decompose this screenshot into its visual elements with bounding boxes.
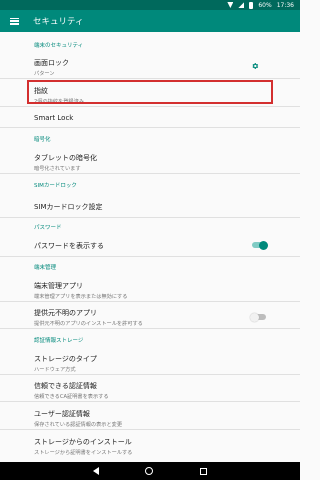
item-summary: 信頼できるCA証明書を表示する bbox=[34, 394, 109, 400]
divider bbox=[0, 106, 300, 107]
item-title: 指紋 bbox=[34, 87, 48, 95]
item-summary: パターン bbox=[34, 71, 55, 77]
item-title: Smart Lock bbox=[34, 114, 74, 122]
install-from-storage-item[interactable]: ストレージからのインストール ストレージから証明書をインストールする bbox=[34, 437, 270, 456]
toggle-knob bbox=[259, 240, 268, 250]
battery-icon bbox=[249, 1, 254, 9]
item-title: ストレージのタイプ bbox=[34, 355, 97, 363]
unknown-sources-item[interactable]: 提供元不明のアプリ 提供元不明のアプリのインストールを許可する bbox=[34, 308, 270, 327]
back-icon[interactable] bbox=[93, 467, 100, 475]
battery-percent: 60% bbox=[258, 1, 272, 9]
home-icon[interactable] bbox=[145, 467, 154, 475]
section-device-admin: 端末管理 bbox=[34, 265, 57, 271]
divider bbox=[0, 127, 300, 128]
divider bbox=[0, 328, 300, 329]
status-bar: 60% 17:36 bbox=[0, 0, 300, 10]
item-summary: 暗号化されています bbox=[34, 166, 81, 172]
divider bbox=[0, 173, 300, 174]
divider bbox=[0, 429, 300, 430]
item-summary: 提供元不明のアプリのインストールを許可する bbox=[34, 321, 143, 327]
item-summary: ハードウェア方式 bbox=[34, 367, 76, 373]
clock: 17:36 bbox=[276, 1, 294, 9]
toggle-knob bbox=[250, 312, 259, 322]
recent-apps-icon[interactable] bbox=[199, 467, 207, 475]
sim-lock-settings-item[interactable]: SIMカードロック設定 bbox=[34, 202, 270, 212]
settings-list[interactable]: 端末のセキュリティ 画面ロック パターン 指紋 2個の指紋を登録済み Smart… bbox=[0, 32, 300, 462]
signal-icon bbox=[238, 2, 245, 8]
divider bbox=[0, 78, 300, 79]
section-encryption: 暗号化 bbox=[34, 137, 51, 143]
item-summary: 2個の指紋を登録済み bbox=[34, 99, 84, 105]
navigation-bar bbox=[0, 462, 300, 480]
item-title: ユーザー認証情報 bbox=[34, 410, 90, 418]
section-passwords: パスワード bbox=[34, 225, 62, 231]
wifi-icon bbox=[227, 2, 234, 8]
divider bbox=[0, 256, 300, 257]
smart-lock-item[interactable]: Smart Lock bbox=[34, 114, 270, 122]
gear-icon[interactable] bbox=[251, 62, 259, 70]
item-title: 画面ロック bbox=[34, 59, 69, 67]
item-title: 端末管理アプリ bbox=[34, 282, 83, 290]
trusted-credentials-item[interactable]: 信頼できる認証情報 信頼できるCA証明書を表示する bbox=[34, 381, 270, 400]
item-summary: ストレージから証明書をインストールする bbox=[34, 450, 133, 456]
storage-type-item[interactable]: ストレージのタイプ ハードウェア方式 bbox=[34, 354, 270, 373]
unknown-sources-toggle[interactable] bbox=[250, 312, 266, 322]
page-title: セキュリティ bbox=[33, 17, 84, 27]
item-title: ストレージからのインストール bbox=[34, 438, 132, 446]
section-sim-lock: SIMカードロック bbox=[34, 183, 77, 189]
divider bbox=[0, 374, 300, 375]
user-credentials-item[interactable]: ユーザー認証情報 保存されている認証情報の表示と変更 bbox=[34, 409, 270, 428]
item-title: SIMカードロック設定 bbox=[34, 203, 103, 211]
item-title: 提供元不明のアプリ bbox=[34, 309, 97, 317]
section-device-security: 端末のセキュリティ bbox=[34, 43, 84, 49]
item-title: タブレットの暗号化 bbox=[34, 154, 97, 162]
show-passwords-item[interactable]: パスワードを表示する bbox=[34, 241, 270, 251]
device-admin-apps-item[interactable]: 端末管理アプリ 端末管理アプリを表示または無効にする bbox=[34, 281, 270, 300]
divider bbox=[0, 301, 300, 302]
app-bar: セキュリティ bbox=[0, 10, 300, 32]
menu-icon[interactable] bbox=[10, 17, 19, 25]
section-credential-storage: 認証情報ストレージ bbox=[34, 338, 84, 344]
item-title: 信頼できる認証情報 bbox=[34, 382, 97, 390]
item-title: パスワードを表示する bbox=[34, 242, 104, 250]
item-summary: 端末管理アプリを表示または無効にする bbox=[34, 294, 128, 300]
encrypt-tablet-item[interactable]: タブレットの暗号化 暗号化されています bbox=[34, 153, 270, 172]
divider bbox=[0, 217, 300, 218]
divider bbox=[0, 401, 300, 402]
item-summary: 保存されている認証情報の表示と変更 bbox=[34, 422, 123, 428]
show-passwords-toggle[interactable] bbox=[252, 240, 268, 250]
fingerprint-item[interactable]: 指紋 2個の指紋を登録済み bbox=[34, 86, 270, 105]
screen-lock-item[interactable]: 画面ロック パターン bbox=[34, 58, 270, 77]
